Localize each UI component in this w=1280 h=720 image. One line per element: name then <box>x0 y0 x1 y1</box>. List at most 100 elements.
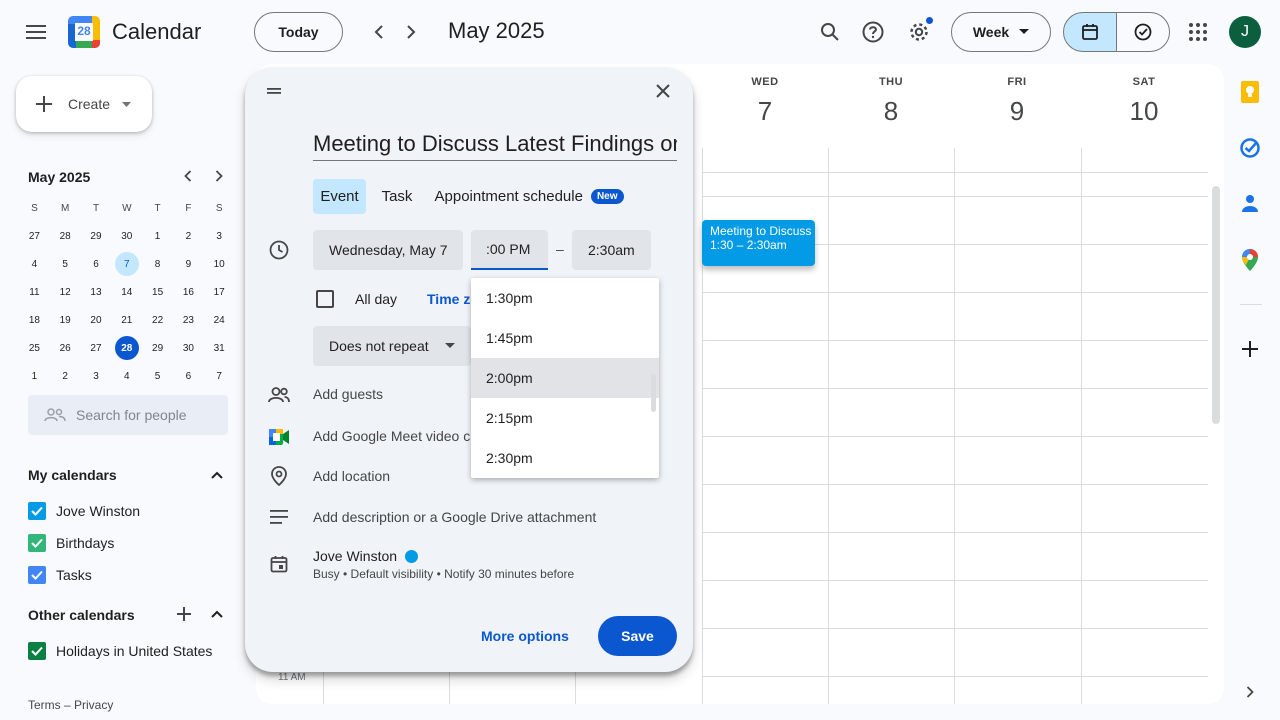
collapse-my-calendars-button[interactable] <box>197 455 237 495</box>
mini-day[interactable]: 27 <box>81 336 112 360</box>
other-calendars-title[interactable]: Other calendars <box>28 607 135 623</box>
mini-day[interactable]: 9 <box>173 252 204 276</box>
mini-day[interactable]: 23 <box>173 308 204 332</box>
tasks-view-toggle[interactable] <box>1116 12 1170 52</box>
close-dialog-button[interactable] <box>643 71 683 111</box>
mini-day[interactable]: 18 <box>19 308 50 332</box>
mini-day[interactable]: 30 <box>173 336 204 360</box>
today-button[interactable]: Today <box>254 12 343 52</box>
mini-day[interactable]: 7 <box>111 252 142 276</box>
more-options-button[interactable]: More options <box>481 616 569 656</box>
event-title-input[interactable]: Meeting to Discuss Latest Findings on <box>313 125 677 161</box>
day-header-wed[interactable]: WED 7 <box>702 76 828 127</box>
add-description[interactable]: Add description or a Google Drive attach… <box>313 509 596 525</box>
start-time-dropdown[interactable]: 1:30pm 1:45pm 2:00pm 2:15pm 2:30pm <box>471 278 659 478</box>
add-google-meet[interactable]: Add Google Meet video c <box>313 428 470 444</box>
mini-day[interactable]: 28 <box>50 224 81 248</box>
start-time-field[interactable]: :00 PM <box>471 230 548 270</box>
mini-day[interactable]: 5 <box>142 364 173 388</box>
calendar-item-tasks[interactable]: Tasks <box>28 566 92 584</box>
settings-button[interactable] <box>899 12 939 52</box>
mini-day[interactable]: 2 <box>173 224 204 248</box>
keep-button[interactable] <box>1238 80 1262 104</box>
repeat-select[interactable]: Does not repeat <box>313 326 471 366</box>
time-option[interactable]: 2:30pm <box>471 438 659 478</box>
mini-day[interactable]: 28 <box>111 336 142 360</box>
mini-day[interactable]: 21 <box>111 308 142 332</box>
event-chip-draft[interactable]: Meeting to Discuss 1:30 – 2:30am <box>702 220 815 266</box>
day-header-thu[interactable]: THU 8 <box>828 76 954 127</box>
time-option-highlighted[interactable]: 2:00pm <box>471 358 659 398</box>
checkbox-checked[interactable] <box>28 642 46 660</box>
tab-task[interactable]: Task <box>373 179 421 214</box>
next-week-button[interactable] <box>391 12 431 52</box>
mini-day[interactable]: 20 <box>81 308 112 332</box>
account-avatar[interactable]: J <box>1229 16 1261 48</box>
contacts-button[interactable] <box>1238 192 1262 216</box>
mini-day[interactable]: 1 <box>142 224 173 248</box>
dropdown-scrollbar[interactable] <box>651 374 656 412</box>
mini-day[interactable]: 29 <box>142 336 173 360</box>
view-switcher[interactable]: Week <box>951 12 1051 52</box>
mini-day[interactable]: 7 <box>204 364 235 388</box>
mini-day[interactable]: 22 <box>142 308 173 332</box>
mini-day[interactable]: 30 <box>111 224 142 248</box>
apps-button[interactable] <box>1178 12 1218 52</box>
mini-day[interactable]: 24 <box>204 308 235 332</box>
date-field[interactable]: Wednesday, May 7 <box>313 230 463 270</box>
mini-day[interactable]: 6 <box>81 252 112 276</box>
mini-day[interactable]: 14 <box>111 280 142 304</box>
calendar-item-holidays[interactable]: Holidays in United States <box>28 642 212 660</box>
mini-day[interactable]: 3 <box>204 224 235 248</box>
mini-day[interactable]: 3 <box>81 364 112 388</box>
show-side-panel-button[interactable] <box>1238 680 1262 704</box>
save-button[interactable]: Save <box>598 616 677 656</box>
calendar-item-jove-winston[interactable]: Jove Winston <box>28 502 140 520</box>
my-calendars-title[interactable]: My calendars <box>28 467 117 483</box>
calendar-owner[interactable]: Jove Winston <box>313 548 419 564</box>
mini-day[interactable]: 6 <box>173 364 204 388</box>
collapse-other-calendars-button[interactable] <box>197 594 237 634</box>
mini-next-month-button[interactable] <box>199 156 239 196</box>
checkbox-checked[interactable] <box>28 502 46 520</box>
calendar-logo[interactable]: 28 <box>68 16 100 48</box>
maps-button[interactable] <box>1238 248 1262 272</box>
mini-day[interactable]: 29 <box>81 224 112 248</box>
mini-day[interactable]: 4 <box>19 252 50 276</box>
mini-day[interactable]: 4 <box>111 364 142 388</box>
tab-event[interactable]: Event <box>313 179 366 214</box>
time-option[interactable]: 1:30pm <box>471 278 659 318</box>
mini-day[interactable]: 5 <box>50 252 81 276</box>
mini-day[interactable]: 27 <box>19 224 50 248</box>
tab-appointment-schedule[interactable]: Appointment schedule New <box>429 179 629 214</box>
checkbox-checked[interactable] <box>28 534 46 552</box>
search-people-input[interactable]: Search for people <box>28 395 228 435</box>
mini-day[interactable]: 26 <box>50 336 81 360</box>
mini-day[interactable]: 17 <box>204 280 235 304</box>
terms-link[interactable]: Terms <box>28 698 61 712</box>
mini-day[interactable]: 19 <box>50 308 81 332</box>
add-location[interactable]: Add location <box>313 468 390 484</box>
mini-day[interactable]: 25 <box>19 336 50 360</box>
grid-scrollbar[interactable] <box>1212 186 1220 424</box>
mini-day[interactable]: 16 <box>173 280 204 304</box>
help-button[interactable] <box>853 12 893 52</box>
privacy-link[interactable]: Privacy <box>74 698 113 712</box>
mini-day[interactable]: 12 <box>50 280 81 304</box>
create-button[interactable]: Create <box>16 76 152 132</box>
main-menu-button[interactable] <box>16 12 56 52</box>
add-guests[interactable]: Add guests <box>313 386 383 402</box>
mini-day[interactable]: 10 <box>204 252 235 276</box>
mini-day[interactable]: 15 <box>142 280 173 304</box>
mini-day[interactable]: 1 <box>19 364 50 388</box>
day-header-sat[interactable]: SAT 10 <box>1081 76 1207 127</box>
calendar-view-toggle[interactable] <box>1063 12 1117 52</box>
mini-day[interactable]: 13 <box>81 280 112 304</box>
calendar-item-birthdays[interactable]: Birthdays <box>28 534 114 552</box>
drag-handle-icon[interactable] <box>267 88 281 94</box>
checkbox-checked[interactable] <box>28 566 46 584</box>
mini-day[interactable]: 8 <box>142 252 173 276</box>
get-addons-button[interactable] <box>1238 337 1262 361</box>
mini-day[interactable]: 11 <box>19 280 50 304</box>
time-option[interactable]: 1:45pm <box>471 318 659 358</box>
